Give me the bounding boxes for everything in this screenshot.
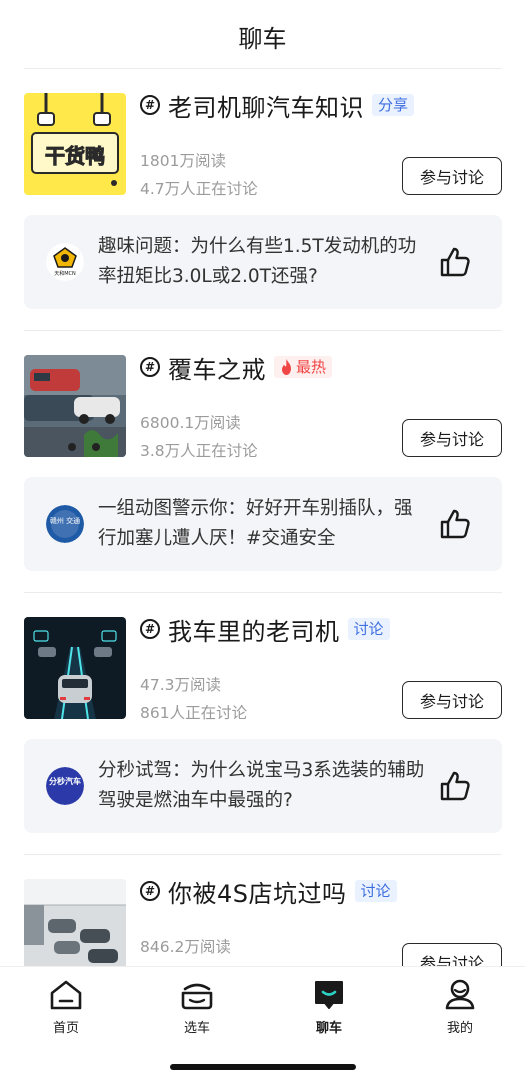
topic-thumbnail[interactable] — [24, 879, 126, 966]
topic-thumbnail[interactable] — [24, 617, 126, 719]
app-screen: 聊车 干货鸭 # 老司机聊汽车知识 分享 1801万阅读 4.7万人正在讨论 参… — [0, 0, 525, 1083]
tab-chat-car[interactable]: 聊车 — [289, 977, 369, 1037]
tag-label: 最热 — [296, 358, 327, 376]
join-discussion-button[interactable]: 参与讨论 — [402, 681, 502, 719]
join-discussion-button[interactable]: 参与讨论 — [402, 157, 502, 195]
cartoon-thumbnail-image: 干货鸭 — [24, 93, 126, 195]
post-text[interactable]: 趣味问题：为什么有些1.5T发动机的功率扭矩比3.0L或2.0T还强? — [98, 232, 428, 292]
tab-label: 我的 — [446, 1021, 473, 1036]
svg-text:天和MCN: 天和MCN — [54, 270, 76, 277]
topic-title-row[interactable]: # 老司机聊汽车知识 分享 — [140, 88, 415, 123]
topic-title-row[interactable]: # 覆车之戒 最热 — [140, 350, 333, 385]
tab-label: 选车 — [183, 1021, 210, 1036]
discussion-count: 861人正在讨论 — [140, 704, 248, 722]
discussion-count: 4.7万人正在讨论 — [140, 180, 258, 198]
topic-feed[interactable]: 干货鸭 # 老司机聊汽车知识 分享 1801万阅读 4.7万人正在讨论 参与讨论 — [0, 69, 525, 966]
topic-card[interactable]: # 我车里的老司机 讨论 47.3万阅读 861人正在讨论 参与讨论 分秒汽车 … — [0, 593, 525, 855]
flame-icon — [282, 359, 291, 375]
topic-card[interactable]: 干货鸭 # 老司机聊汽车知识 分享 1801万阅读 4.7万人正在讨论 参与讨论 — [0, 69, 525, 331]
tab-label: 聊车 — [315, 1021, 342, 1036]
car-icon — [181, 983, 213, 1010]
topic-tag: 分享 — [372, 94, 415, 116]
topic-title[interactable]: 老司机聊汽车知识 — [168, 88, 364, 123]
topic-stats: 846.2万阅读 — [140, 933, 231, 961]
home-indicator[interactable] — [170, 1064, 356, 1070]
featured-post-card[interactable]: 天和MCN 趣味问题：为什么有些1.5T发动机的功率扭矩比3.0L或2.0T还强… — [24, 215, 502, 309]
tab-car-selection[interactable]: 选车 — [157, 977, 237, 1037]
driving-assist-image — [24, 617, 126, 719]
topic-title[interactable]: 你被4S店坑过吗 — [168, 874, 347, 909]
topic-hash-icon: # — [140, 95, 160, 115]
thumbnail-text: 干货鸭 — [45, 144, 105, 168]
featured-post-card[interactable]: 赣州 交通 一组动图警示你：好好开车别插队，强行加塞儿遭人厌！#交通安全 — [24, 477, 502, 571]
topic-stats: 47.3万阅读 861人正在讨论 — [140, 671, 247, 727]
page-title: 聊车 — [238, 24, 287, 53]
discussion-count: 3.8万人正在讨论 — [140, 442, 258, 460]
topic-stats: 1801万阅读 4.7万人正在讨论 — [140, 147, 258, 203]
chat-icon — [315, 981, 343, 1009]
post-text[interactable]: 分秒试驾：为什么说宝马3系选装的辅助驾驶是燃油车中最强的? — [98, 756, 428, 816]
topic-hash-icon: # — [140, 619, 160, 639]
thumbs-up-icon[interactable] — [438, 245, 472, 279]
hot-tag: 最热 — [274, 356, 333, 378]
topic-card[interactable]: # 你被4S店坑过吗 讨论 846.2万阅读 参与讨论 — [0, 855, 525, 966]
author-avatar[interactable]: 分秒汽车 — [46, 767, 84, 805]
topic-thumbnail[interactable] — [24, 355, 126, 457]
profile-icon — [445, 979, 475, 1010]
accident-photo-image — [24, 355, 126, 457]
topic-stats: 6800.1万阅读 3.8万人正在讨论 — [140, 409, 258, 465]
topic-title-row[interactable]: # 你被4S店坑过吗 讨论 — [140, 874, 397, 909]
topic-card[interactable]: # 覆车之戒 最热 6800.1万阅读 3.8万人正在讨论 参与讨论 赣州 交通… — [0, 331, 525, 593]
topic-hash-icon: # — [140, 881, 160, 901]
topic-hash-icon: # — [140, 357, 160, 377]
tab-home[interactable]: 首页 — [26, 977, 106, 1037]
read-count: 6800.1万阅读 — [140, 414, 241, 432]
svg-text:分秒汽车: 分秒汽车 — [49, 776, 81, 786]
post-text[interactable]: 一组动图警示你：好好开车别插队，强行加塞儿遭人厌！#交通安全 — [98, 494, 428, 554]
read-count: 846.2万阅读 — [140, 938, 231, 956]
svg-text:赣州 交通: 赣州 交通 — [50, 516, 80, 525]
home-icon — [50, 980, 82, 1010]
featured-post-card[interactable]: 分秒汽车 分秒试驾：为什么说宝马3系选装的辅助驾驶是燃油车中最强的? — [24, 739, 502, 833]
thumbs-up-icon[interactable] — [438, 507, 472, 541]
read-count: 1801万阅读 — [140, 152, 226, 170]
author-avatar[interactable]: 赣州 交通 — [46, 505, 84, 543]
author-avatar[interactable]: 天和MCN — [46, 243, 84, 281]
tab-profile[interactable]: 我的 — [420, 977, 500, 1037]
topic-tag: 讨论 — [354, 880, 397, 902]
topic-title-row[interactable]: # 我车里的老司机 讨论 — [140, 612, 390, 647]
topic-thumbnail[interactable]: 干货鸭 — [24, 93, 126, 195]
join-discussion-button[interactable]: 参与讨论 — [402, 943, 502, 966]
read-count: 47.3万阅读 — [140, 676, 222, 694]
topic-title[interactable]: 我车里的老司机 — [168, 612, 340, 647]
join-discussion-button[interactable]: 参与讨论 — [402, 419, 502, 457]
showroom-photo-image — [24, 879, 126, 966]
topic-tag: 讨论 — [347, 618, 390, 640]
top-bar: 聊车 — [0, 0, 525, 68]
topic-title[interactable]: 覆车之戒 — [168, 350, 266, 385]
thumbs-up-icon[interactable] — [438, 769, 472, 803]
tab-label: 首页 — [52, 1021, 79, 1036]
